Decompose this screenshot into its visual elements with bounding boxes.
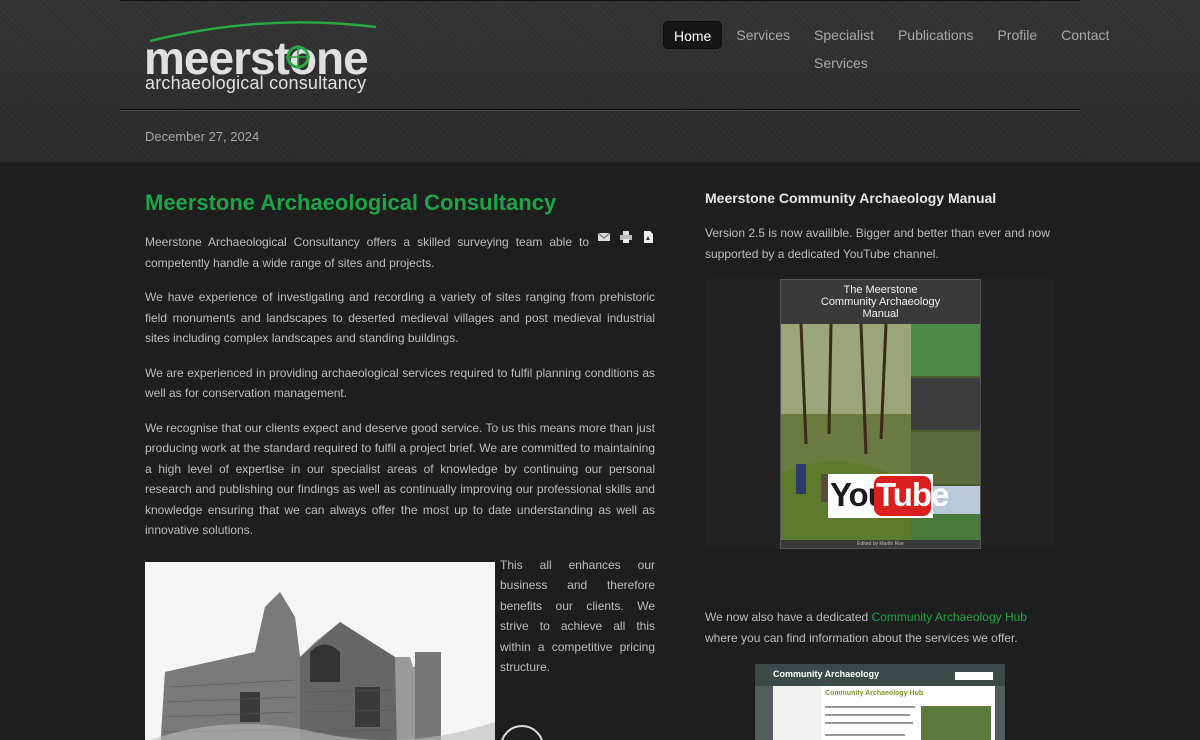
- nav-specialist-services[interactable]: Specialist Services: [804, 21, 884, 71]
- manual-cover-editor: Edited by Martin Roe: [857, 541, 904, 547]
- youtube-tube-text: Tube: [876, 476, 949, 513]
- nav-home[interactable]: Home: [663, 21, 723, 49]
- email-icon[interactable]: [597, 230, 611, 244]
- main-nav: Home Services Specialist Services Public…: [663, 21, 1123, 71]
- services-paragraph: We are experienced in providing archaeol…: [145, 365, 655, 401]
- hub-screenshot-search: [955, 672, 993, 680]
- hub-screenshot-header: Community Archaeology: [755, 664, 1005, 686]
- hub-screenshot-image: [921, 706, 991, 740]
- hub-screenshot-line: [825, 722, 913, 724]
- building-illustration: [145, 561, 495, 740]
- hub-screenshot-title: Community Archaeology: [773, 669, 880, 679]
- nav-profile[interactable]: Profile: [987, 21, 1047, 49]
- sidebar-title: Meerstone Community Archaeology Manual: [705, 190, 997, 206]
- article-tools: [597, 230, 655, 244]
- pdf-icon[interactable]: [641, 230, 655, 244]
- page-title: Meerstone Archaeological Consultancy: [145, 190, 557, 215]
- crosshair-icon: [286, 45, 310, 69]
- hub-screenshot-sidebar: [773, 686, 821, 740]
- building-section: This all enhances our business and there…: [145, 555, 655, 740]
- nav-publications[interactable]: Publications: [888, 21, 984, 49]
- site-logo[interactable]: meerstone archaeological consultancy: [144, 19, 384, 99]
- header-band: meerstone archaeological consultancy Hom…: [0, 0, 1200, 162]
- hub-text-after: where you can find information about the…: [705, 630, 1018, 645]
- nav-services[interactable]: Services: [726, 21, 800, 49]
- intro-text: Meerstone Archaeological Consultancy off…: [145, 235, 589, 270]
- hub-text-before: We now also have a dedicated: [705, 610, 872, 624]
- hub-screenshot-heading: Community Archaeology Hub: [825, 690, 924, 697]
- hub-screenshot-line: [825, 706, 915, 708]
- pricing-text: This all enhances our business and there…: [500, 557, 655, 675]
- hub-screenshot[interactable]: Community Archaeology Community Archaeol…: [755, 664, 1005, 740]
- clients-paragraph: We recognise that our clients expect and…: [145, 420, 655, 538]
- hub-paragraph: We now also have a dedicated Community A…: [705, 607, 1055, 648]
- circle-emblem-icon: [500, 724, 544, 740]
- youtube-tube-badge: Tube: [874, 476, 949, 516]
- logo-subtitle: archaeological consultancy: [145, 73, 367, 93]
- nav-contact[interactable]: Contact: [1051, 21, 1119, 49]
- hub-screenshot-body: Community Archaeology Hub: [773, 686, 995, 740]
- manual-intro: Version 2.5 is now availible. Bigger and…: [705, 226, 1050, 261]
- header: meerstone archaeological consultancy Hom…: [120, 0, 1109, 111]
- experience-paragraph: We have experience of investigating and …: [145, 290, 655, 345]
- hub-screenshot-line: [825, 714, 910, 716]
- manual-cover-title: The Meerstone Community Archaeology Manu…: [820, 284, 941, 320]
- print-icon[interactable]: [619, 230, 633, 244]
- hub-screenshot-line: [825, 734, 905, 736]
- community-archaeology-hub-link[interactable]: Community Archaeology Hub: [872, 610, 1027, 624]
- sidebar: Meerstone Community Archaeology Manual V…: [705, 190, 1055, 740]
- main-content: Meerstone Archaeological Consultancy Mee…: [145, 190, 655, 740]
- intro-paragraph: Meerstone Archaeological Consultancy off…: [145, 230, 655, 273]
- current-date: December 27, 2024: [145, 129, 260, 144]
- youtube-logo[interactable]: You Tube: [828, 474, 949, 518]
